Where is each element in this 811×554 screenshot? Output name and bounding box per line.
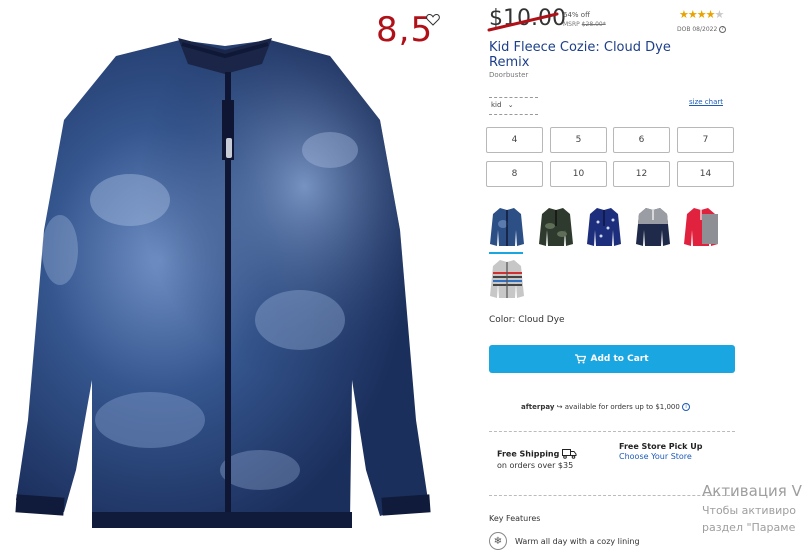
size-chart-link[interactable]: size chart [689,98,723,106]
info-icon[interactable]: ? [719,26,727,33]
price-strike-mark [487,12,559,32]
info-icon[interactable]: i [682,403,691,411]
free-shipping-block: Free Shipping on orders over $35 [497,449,607,470]
jacket-thumbnail-icon [539,208,573,246]
swatch-grey-navy[interactable] [635,206,675,250]
afterpay-notice: afterpay ↪ available for orders up to $1… [521,403,691,411]
afterpay-logo: afterpay [521,403,555,411]
cart-icon [575,354,587,364]
star-icon: ★ [687,8,698,21]
product-image[interactable] [0,0,452,554]
key-feature-text: Warm all day with a cozy lining [515,536,640,546]
swatch-cloud-dye[interactable] [489,206,529,254]
product-image-panel: 8,5 [0,0,452,554]
dob-label: DOB 08/2022 ? [677,26,727,33]
activation-line-1: Чтобы активиро [702,504,796,517]
choose-store-link[interactable]: Choose Your Store [619,452,739,461]
size-button-10[interactable]: 10 [550,161,607,187]
jacket-thumbnail-icon [490,208,524,246]
jacket-thumbnail-icon [636,208,670,246]
size-button-7[interactable]: 7 [677,127,734,153]
add-to-cart-label: Add to Cart [590,354,649,364]
afterpay-text: available for orders up to $1,000 [564,403,680,411]
windows-activation-watermark: Активация V Чтобы активиро раздел "Парам… [702,482,811,534]
size-button-5[interactable]: 5 [550,127,607,153]
msrp-value: $28.00* [581,21,606,28]
divider [489,495,735,496]
truck-icon [562,449,577,459]
add-to-cart-button[interactable]: Add to Cart [489,345,735,373]
jacket-thumbnail-icon [684,208,718,246]
store-pickup-block: Free Store Pick Up Choose Your Store [619,442,739,461]
divider [489,431,735,432]
star-empty-icon: ★ [714,8,725,21]
rating-stars[interactable]: ★★★★★ [679,8,725,21]
size-button-6[interactable]: 6 [613,127,670,153]
jacket-thumbnail-icon [490,260,524,298]
afterpay-arrow-icon: ↪ [556,403,563,411]
free-shipping-title-text: Free Shipping [497,449,560,459]
store-pickup-title: Free Store Pick Up [619,442,703,451]
size-button-14[interactable]: 14 [677,161,734,187]
swatch-camo[interactable] [538,206,578,250]
price-row: $10.00 64% off MSRP $28.00* ★★★★★ DOB 08… [487,6,739,36]
snowflake-icon: ❄ [489,532,507,550]
swatch-grey-stripe[interactable] [489,258,529,302]
size-button-12[interactable]: 12 [613,161,670,187]
free-shipping-title: Free Shipping [497,449,607,459]
star-icon: ★ [696,8,707,21]
swatch-navy-print[interactable] [586,206,626,250]
size-group-select[interactable]: kid ⌄ [489,97,538,115]
swatch-red-grey[interactable] [683,206,723,250]
free-shipping-subtitle: on orders over $35 [497,461,574,470]
key-features-title: Key Features [489,514,541,523]
key-feature-item: ❄ Warm all day with a cozy lining [489,532,640,550]
msrp-label: MSRP [563,21,580,28]
dob-text: DOB 08/2022 [677,26,718,33]
msrp: MSRP $28.00* [563,21,606,28]
chevron-down-icon: ⌄ [507,101,514,109]
heart-icon [426,13,440,26]
product-title: Kid Fleece Cozie: Cloud Dye Remix [489,40,671,70]
product-info-panel: $10.00 64% off MSRP $28.00* ★★★★★ DOB 08… [486,0,739,554]
percent-off: 64% off [563,11,590,19]
selected-color-label: Color: Cloud Dye [489,315,565,325]
star-icon: ★ [705,8,716,21]
product-subtitle: Doorbuster [489,71,529,79]
size-group-value: kid [491,101,502,109]
favorite-heart-button[interactable] [424,10,442,28]
size-button-4[interactable]: 4 [486,127,543,153]
star-icon: ★ [679,8,689,21]
jacket-thumbnail-icon [587,208,621,246]
activation-line-2: раздел "Параме [702,521,796,534]
activation-title: Активация V [702,482,802,500]
size-button-8[interactable]: 8 [486,161,543,187]
